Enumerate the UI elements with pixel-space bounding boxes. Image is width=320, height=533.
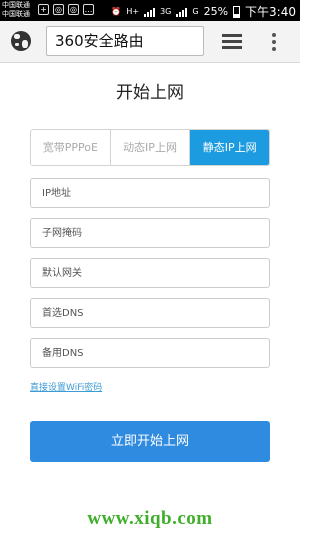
alarm-icon: ⏰: [111, 7, 122, 16]
primary-dns-field[interactable]: [30, 298, 270, 328]
wechat-icon: ◎: [53, 4, 64, 15]
secondary-dns-input[interactable]: [31, 339, 269, 367]
subnet-mask-field[interactable]: [30, 218, 270, 248]
tabs-icon[interactable]: [222, 34, 242, 50]
gateway-input[interactable]: [31, 259, 269, 287]
tab-pppoe[interactable]: 宽带PPPoE: [31, 130, 111, 165]
battery-percent: 25%: [203, 5, 229, 18]
ip-address-field[interactable]: [30, 178, 270, 208]
gateway-field[interactable]: [30, 258, 270, 288]
carrier-2: 中国联通: [2, 10, 30, 18]
notification-icons: + ◎ ◎ …: [38, 4, 94, 15]
carrier-1: 中国联通: [2, 1, 30, 9]
start-internet-button[interactable]: 立即开始上网: [30, 421, 270, 462]
signal-icon: [144, 6, 156, 17]
address-bar[interactable]: 360安全路由: [46, 26, 204, 56]
watermark: www.xiqb.com: [87, 508, 213, 529]
overflow-menu-icon[interactable]: [272, 33, 276, 54]
signal-icon: [176, 6, 188, 17]
primary-dns-input[interactable]: [31, 299, 269, 327]
tab-dynamic-ip[interactable]: 动态IP上网: [110, 130, 191, 165]
message-icon: …: [83, 4, 94, 15]
battery-icon: [233, 5, 241, 18]
status-bar: 中国联通 中国联通 + ◎ ◎ … ⏰ H+ 3G G 25% 下午3:40: [0, 0, 300, 21]
network-type-3: G: [192, 7, 199, 16]
globe-icon[interactable]: [11, 31, 31, 51]
secondary-dns-field[interactable]: [30, 338, 270, 368]
network-type-1: H+: [126, 7, 140, 16]
plus-notification-icon: +: [38, 4, 49, 15]
wechat-icon: ◎: [68, 4, 79, 15]
page-title: 开始上网: [116, 83, 184, 103]
network-type-2: 3G: [160, 7, 172, 16]
clock: 下午3:40: [245, 5, 296, 19]
carrier-labels: 中国联通 中国联通: [2, 1, 30, 19]
connection-type-tabs: 宽带PPPoE 动态IP上网 静态IP上网: [30, 129, 270, 166]
subnet-mask-input[interactable]: [31, 219, 269, 247]
tab-static-ip[interactable]: 静态IP上网: [190, 130, 269, 165]
set-wifi-password-link[interactable]: 直接设置WiFi密码: [30, 380, 102, 393]
ip-address-input[interactable]: [31, 179, 269, 207]
browser-toolbar: 360安全路由: [0, 21, 300, 63]
status-right: ⏰ H+ 3G G 25% 下午3:40: [111, 3, 296, 20]
